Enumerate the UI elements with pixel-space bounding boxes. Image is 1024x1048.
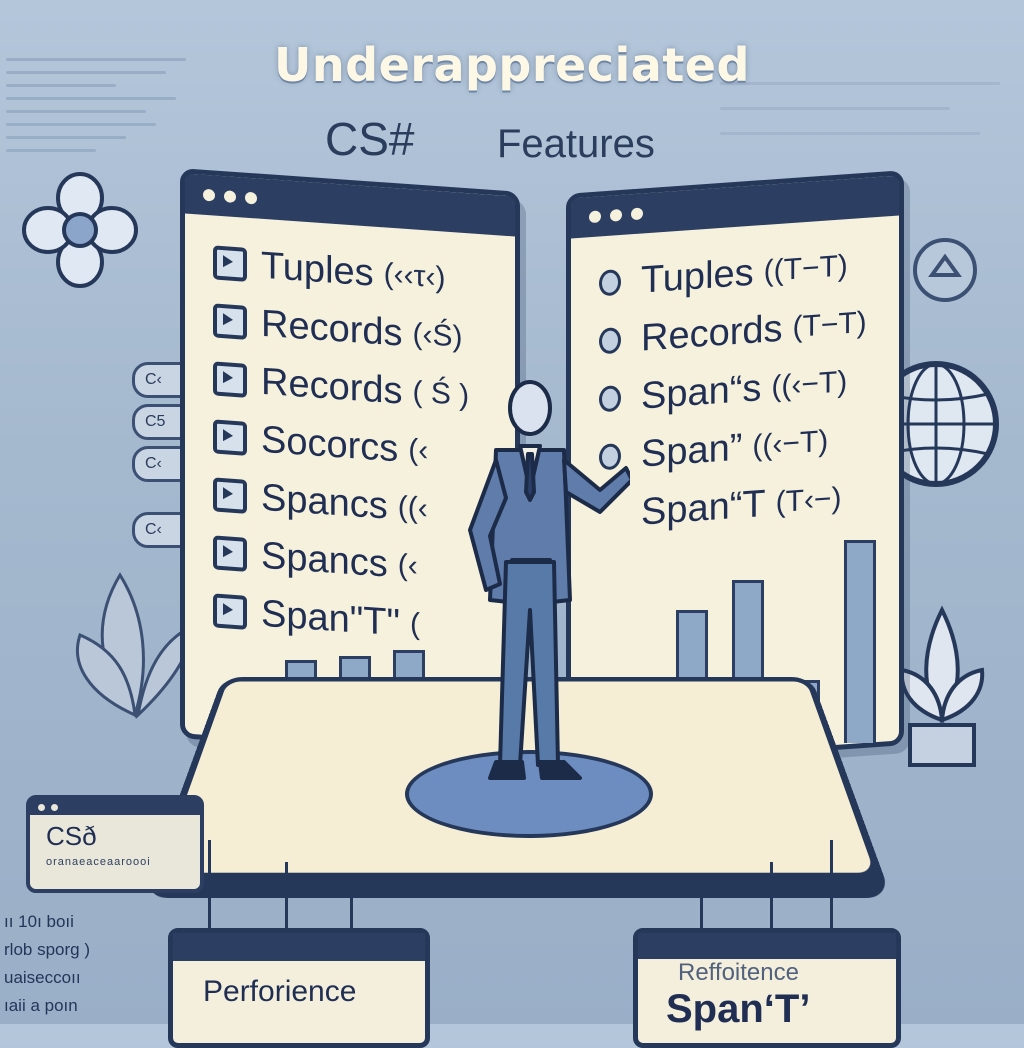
play-icon [213,419,247,456]
hanging-cord [208,840,211,930]
item-suffix: ( [409,607,420,641]
play-icon [213,593,247,630]
hanging-cord [830,840,833,930]
performance-label: Perforience [203,975,357,1008]
item-label: Span“T [641,482,766,534]
presenter-figure [468,380,630,780]
item-label: Span” [641,425,743,476]
item-suffix: ((‹−T) [752,424,829,463]
window-dot [245,191,257,205]
item-label: Tuples [261,244,374,295]
item-label: Spancs [261,476,388,528]
span-card: Reffoitence Span‘T’ [633,928,901,1048]
card-titlebar [173,933,425,961]
window-dot [38,803,45,811]
item-suffix: (‹‹τ‹) [383,257,446,295]
side-note: rlob sporg ) [4,940,90,959]
play-icon [213,361,247,398]
item-label: Socorcs [261,418,399,470]
item-suffix: ((‹−T) [771,365,848,404]
window-dot [203,188,215,202]
play-icon [213,535,247,572]
side-note: ıaii a poın [4,996,78,1015]
window-dot [51,803,58,811]
bar [844,540,876,743]
play-icon [213,303,247,340]
item-label: Span“s [641,366,762,418]
hanging-cord [285,862,288,932]
item-label: Span"T" [261,592,400,644]
seal-icon [913,238,977,302]
bullet-icon [599,326,621,355]
item-suffix: ((T−T) [763,249,848,288]
side-note: ıı 10ı boıi [4,912,74,931]
window-dot [589,210,601,224]
play-icon [213,477,247,514]
item-suffix: (T‹−) [775,481,842,520]
item-suffix: (‹ [408,433,429,468]
item-suffix: (‹Ś) [412,317,463,354]
page-title: Underappreciated [274,38,750,92]
item-label: Spancs [261,534,388,586]
plant-icon [899,605,985,767]
item-label: Records [261,302,403,355]
flower-icon [22,172,138,288]
item-suffix: ((‹ [397,490,428,526]
item-label: Records [261,360,403,413]
cs-card: CSð oranaeaceaaroooi [26,795,204,893]
cs-card-title: CSð [46,821,97,851]
hanging-cord [700,880,703,930]
play-icon [213,245,247,282]
item-suffix: (‹ [397,548,418,583]
window-dot [610,208,622,222]
bullet-icon [599,268,621,297]
performance-card: Perforience [168,928,430,1048]
card-titlebar [30,799,200,815]
span-card-subtitle: Reffoitence [678,959,799,986]
card-titlebar [638,933,896,959]
hanging-cord [770,862,773,930]
window-dot [224,190,236,204]
span-card-title: Span‘T’ [666,987,811,1031]
item-suffix: (T−T) [792,305,867,344]
item-label: Tuples [641,251,754,302]
subtitle-language: CS# [325,113,415,165]
cs-card-subtext: oranaeaceaaroooi [46,856,151,868]
hanging-cord [350,886,353,931]
side-note: uaiseccoıı [4,968,81,987]
window-dot [631,207,643,221]
subtitle-features: Features [497,122,655,166]
item-label: Records [641,307,783,360]
